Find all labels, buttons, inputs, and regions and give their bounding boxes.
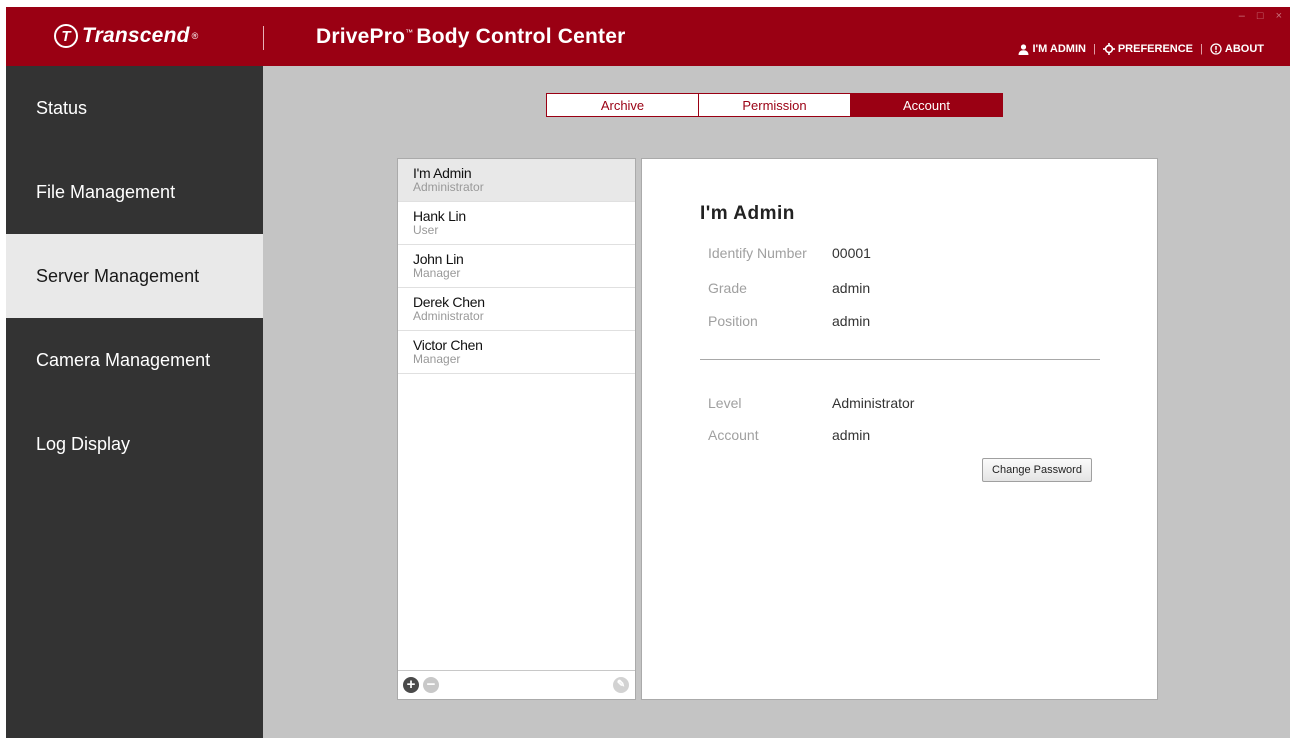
- sidebar-item-status[interactable]: Status: [6, 66, 263, 150]
- grade-row: Grade admin: [708, 280, 870, 296]
- sidebar-item-label: Camera Management: [36, 349, 211, 370]
- user-role: Administrator: [413, 309, 484, 323]
- user-name: I'm Admin: [413, 165, 472, 181]
- menu-separator: |: [1200, 43, 1203, 55]
- user-role: Manager: [413, 266, 461, 280]
- list-footer: + − ✎: [398, 670, 635, 699]
- list-item[interactable]: John Lin Manager: [398, 245, 635, 288]
- edit-user-button[interactable]: ✎: [613, 677, 629, 693]
- identify-number-row: Identify Number 00001: [708, 245, 871, 261]
- transcend-logo: T Transcend ®: [54, 23, 198, 49]
- add-user-button[interactable]: +: [403, 677, 419, 693]
- account-row: Account admin: [708, 427, 870, 443]
- user-list: I'm Admin Administrator Hank Lin User Jo…: [397, 158, 636, 700]
- identify-number-value: 00001: [832, 245, 871, 261]
- user-name: John Lin: [413, 251, 464, 267]
- user-role: Administrator: [413, 180, 484, 194]
- sidebar-item-camera-management[interactable]: Camera Management: [6, 318, 263, 402]
- user-name: Victor Chen: [413, 337, 483, 353]
- gear-icon: [1102, 43, 1115, 55]
- user-role: Manager: [413, 352, 461, 366]
- logo-mark-icon: T: [54, 24, 78, 48]
- tab-archive[interactable]: Archive: [546, 93, 699, 117]
- level-label: Level: [708, 395, 742, 411]
- user-icon: [1018, 43, 1029, 55]
- info-icon: [1210, 43, 1222, 55]
- menu-about-label: ABOUT: [1224, 43, 1264, 55]
- level-row: Level Administrator: [708, 395, 914, 411]
- change-password-button[interactable]: Change Password: [982, 458, 1092, 482]
- header-bar: T Transcend ® DrivePro™ Body Control Cent…: [6, 7, 1290, 66]
- remove-user-button[interactable]: −: [423, 677, 439, 693]
- sidebar-item-log-display[interactable]: Log Display: [6, 402, 263, 486]
- list-item[interactable]: Victor Chen Manager: [398, 331, 635, 374]
- sidebar-item-label: Server Management: [36, 265, 200, 286]
- position-row: Position admin: [708, 313, 870, 329]
- list-item[interactable]: Derek Chen Administrator: [398, 288, 635, 331]
- sidebar-item-label: Status: [36, 97, 88, 118]
- sidebar-item-server-management[interactable]: Server Management: [6, 234, 263, 318]
- sidebar: Status File Management Server Management…: [6, 66, 263, 738]
- close-button[interactable]: ×: [1276, 10, 1282, 22]
- menu-separator: |: [1092, 43, 1096, 55]
- account-value: admin: [832, 427, 871, 443]
- user-name: Hank Lin: [413, 208, 466, 224]
- account-title: I'm Admin: [700, 203, 795, 224]
- tab-permission[interactable]: Permission: [698, 93, 851, 117]
- minimize-button[interactable]: –: [1239, 10, 1245, 22]
- account-label: Account: [708, 427, 759, 443]
- identify-number-label: Identify Number: [708, 245, 807, 261]
- menu-user[interactable]: I'M ADMIN: [1018, 43, 1086, 55]
- sidebar-item-label: Log Display: [36, 433, 131, 454]
- user-name: Derek Chen: [413, 294, 485, 310]
- app-title: DrivePro™ Body Control Center: [316, 25, 625, 49]
- account-detail-panel: I'm Admin Identify Number 00001 Grade ad…: [641, 158, 1158, 700]
- app-window: T Transcend ® DrivePro™ Body Control Cent…: [6, 7, 1290, 738]
- menu-about[interactable]: ABOUT: [1210, 43, 1264, 55]
- user-role: User: [413, 223, 439, 237]
- sidebar-item-file-management[interactable]: File Management: [6, 150, 263, 234]
- grade-value: admin: [832, 280, 871, 296]
- level-value: Administrator: [832, 395, 915, 411]
- header-menu: I'M ADMIN | PREFERENCE | ABOUT: [1018, 43, 1264, 55]
- app-title-main: DrivePro: [316, 25, 406, 48]
- logo-text: Transcend: [82, 24, 190, 47]
- position-label: Position: [708, 313, 758, 329]
- sidebar-item-label: File Management: [36, 181, 176, 202]
- tab-bar: Archive Permission Account: [546, 93, 1003, 117]
- menu-preference[interactable]: PREFERENCE: [1102, 43, 1194, 55]
- list-item[interactable]: I'm Admin Administrator: [398, 159, 635, 202]
- window-controls: – □ ×: [1239, 10, 1282, 22]
- list-item[interactable]: Hank Lin User: [398, 202, 635, 245]
- app-title-rest: Body Control Center: [416, 25, 626, 48]
- tab-account[interactable]: Account: [850, 93, 1003, 117]
- menu-preference-label: PREFERENCE: [1117, 43, 1194, 55]
- menu-user-label: I'M ADMIN: [1032, 43, 1086, 55]
- logo-registered: ®: [191, 31, 199, 41]
- divider: [700, 359, 1100, 360]
- grade-label: Grade: [708, 280, 747, 296]
- header-divider: [263, 26, 264, 50]
- maximize-button[interactable]: □: [1257, 10, 1264, 22]
- position-value: admin: [832, 313, 871, 329]
- app-title-tm: ™: [405, 28, 414, 37]
